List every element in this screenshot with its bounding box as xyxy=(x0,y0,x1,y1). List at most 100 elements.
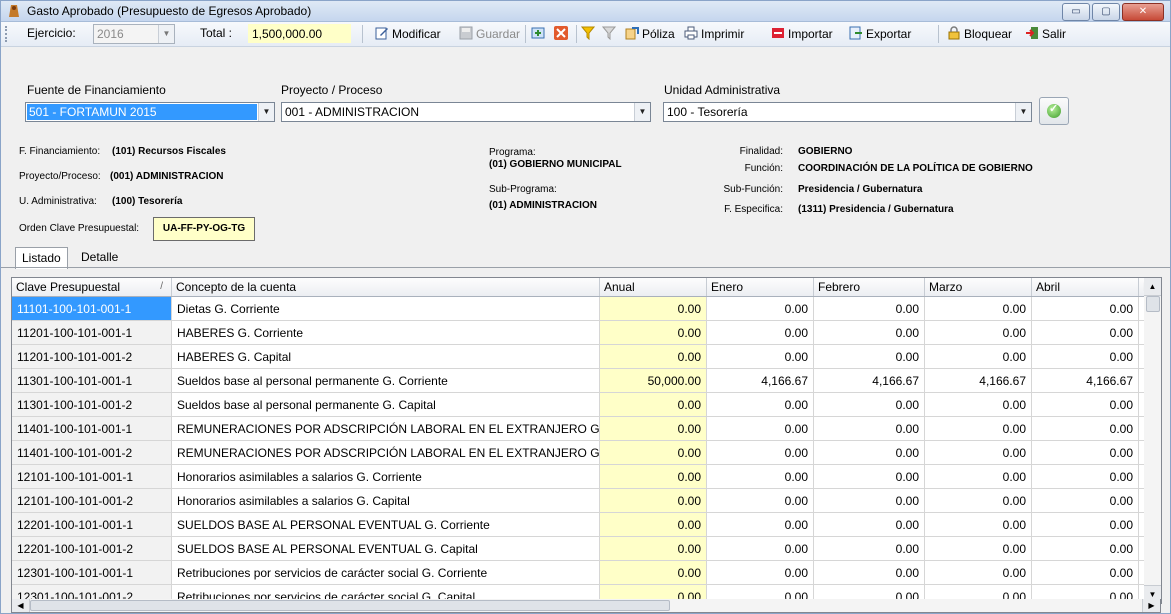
cell-enero[interactable]: 0.00 xyxy=(707,393,814,417)
cell-enero[interactable]: 0.00 xyxy=(707,417,814,441)
cell-febrero[interactable]: 0.00 xyxy=(814,297,925,321)
cell-abril[interactable]: 0.00 xyxy=(1032,417,1139,441)
cell-anual[interactable]: 0.00 xyxy=(600,561,707,585)
cell-clave[interactable]: 11101-100-101-001-1 xyxy=(12,297,172,321)
cell-abril[interactable]: 0.00 xyxy=(1032,489,1139,513)
cell-enero[interactable]: 0.00 xyxy=(707,297,814,321)
table-row[interactable]: 12101-100-101-001-2 Honorarios asimilable… xyxy=(12,489,1145,513)
modificar-button[interactable]: Modificar xyxy=(375,26,441,41)
chevron-down-icon[interactable]: ▼ xyxy=(1015,103,1031,121)
cell-febrero[interactable]: 0.00 xyxy=(814,321,925,345)
cell-enero[interactable]: 0.00 xyxy=(707,561,814,585)
cell-febrero[interactable]: 0.00 xyxy=(814,537,925,561)
cell-concepto[interactable]: HABERES G. Capital xyxy=(172,345,600,369)
column-header-clave[interactable]: Clave Presupuestal / xyxy=(12,278,172,296)
cell-enero[interactable]: 0.00 xyxy=(707,441,814,465)
cell-concepto[interactable]: HABERES G. Corriente xyxy=(172,321,600,345)
table-row[interactable]: 11201-100-101-001-2 HABERES G. Capital 0.0… xyxy=(12,345,1145,369)
horizontal-scrollbar[interactable]: ◀ ▶ xyxy=(11,599,1161,613)
delete-button[interactable] xyxy=(554,26,571,41)
column-header-abril[interactable]: Abril xyxy=(1032,278,1139,296)
cell-anual[interactable]: 0.00 xyxy=(600,465,707,489)
vertical-scrollbar[interactable]: ▲ ▼ xyxy=(1144,277,1162,604)
cell-clave[interactable]: 11301-100-101-001-1 xyxy=(12,369,172,393)
cell-concepto[interactable]: Honorarios asimilables a salarios G. Cor… xyxy=(172,465,600,489)
cell-marzo[interactable]: 0.00 xyxy=(925,465,1032,489)
cell-concepto[interactable]: Retribuciones por servicios de carácter … xyxy=(172,561,600,585)
table-row[interactable]: 11201-100-101-001-1 HABERES G. Corriente 0… xyxy=(12,321,1145,345)
cell-marzo[interactable]: 4,166.67 xyxy=(925,369,1032,393)
cell-marzo[interactable]: 0.00 xyxy=(925,345,1032,369)
cell-febrero[interactable]: 0.00 xyxy=(814,513,925,537)
cell-abril[interactable]: 0.00 xyxy=(1032,465,1139,489)
close-button[interactable]: ✕ xyxy=(1122,3,1164,21)
cell-enero[interactable]: 0.00 xyxy=(707,465,814,489)
cell-clave[interactable]: 11401-100-101-001-2 xyxy=(12,441,172,465)
poliza-button[interactable]: Póliza xyxy=(625,26,675,41)
cell-enero[interactable]: 0.00 xyxy=(707,537,814,561)
cell-clave[interactable]: 12101-100-101-001-1 xyxy=(12,465,172,489)
cell-concepto[interactable]: SUELDOS BASE AL PERSONAL EVENTUAL G. Cap… xyxy=(172,537,600,561)
cell-marzo[interactable]: 0.00 xyxy=(925,417,1032,441)
cell-anual[interactable]: 0.00 xyxy=(600,393,707,417)
scroll-thumb[interactable] xyxy=(1146,296,1160,312)
cell-enero[interactable]: 4,166.67 xyxy=(707,369,814,393)
cell-abril[interactable]: 0.00 xyxy=(1032,321,1139,345)
chevron-down-icon[interactable]: ▼ xyxy=(158,25,174,43)
cell-clave[interactable]: 11401-100-101-001-1 xyxy=(12,417,172,441)
cell-febrero[interactable]: 0.00 xyxy=(814,417,925,441)
column-header-febrero[interactable]: Febrero xyxy=(814,278,925,296)
clear-filter-button[interactable] xyxy=(602,26,619,41)
cell-abril[interactable]: 0.00 xyxy=(1032,441,1139,465)
cell-abril[interactable]: 0.00 xyxy=(1032,537,1139,561)
cell-concepto[interactable]: SUELDOS BASE AL PERSONAL EVENTUAL G. Cor… xyxy=(172,513,600,537)
cell-concepto[interactable]: Sueldos base al personal permanente G. C… xyxy=(172,393,600,417)
cell-abril[interactable]: 0.00 xyxy=(1032,345,1139,369)
table-row[interactable]: 12201-100-101-001-2 SUELDOS BASE AL PERSO… xyxy=(12,537,1145,561)
cell-febrero[interactable]: 0.00 xyxy=(814,489,925,513)
scroll-right-icon[interactable]: ▶ xyxy=(1142,599,1160,612)
cell-abril[interactable]: 0.00 xyxy=(1032,393,1139,417)
cell-clave[interactable]: 11201-100-101-001-1 xyxy=(12,321,172,345)
cell-clave[interactable]: 12101-100-101-001-2 xyxy=(12,489,172,513)
filter-button[interactable] xyxy=(581,26,598,41)
cell-abril[interactable]: 0.00 xyxy=(1032,297,1139,321)
cell-abril[interactable]: 0.00 xyxy=(1032,561,1139,585)
cell-anual[interactable]: 0.00 xyxy=(600,345,707,369)
exportar-button[interactable]: Exportar xyxy=(849,26,911,41)
cell-marzo[interactable]: 0.00 xyxy=(925,489,1032,513)
cell-clave[interactable]: 11201-100-101-001-2 xyxy=(12,345,172,369)
cell-concepto[interactable]: REMUNERACIONES POR ADSCRIPCIÓN LABORAL E… xyxy=(172,441,600,465)
cell-abril[interactable]: 0.00 xyxy=(1032,513,1139,537)
cell-abril[interactable]: 4,166.67 xyxy=(1032,369,1139,393)
cell-enero[interactable]: 0.00 xyxy=(707,513,814,537)
bloquear-button[interactable]: Bloquear xyxy=(947,26,1012,41)
proyecto-select[interactable]: 001 - ADMINISTRACION ▼ xyxy=(281,102,651,122)
table-row[interactable]: 12201-100-101-001-1 SUELDOS BASE AL PERSO… xyxy=(12,513,1145,537)
cell-anual[interactable]: 0.00 xyxy=(600,441,707,465)
guardar-button[interactable]: Guardar xyxy=(459,26,520,41)
table-row[interactable]: 12101-100-101-001-1 Honorarios asimilable… xyxy=(12,465,1145,489)
scroll-left-icon[interactable]: ◀ xyxy=(12,599,30,612)
cell-anual[interactable]: 0.00 xyxy=(600,297,707,321)
cell-marzo[interactable]: 0.00 xyxy=(925,561,1032,585)
cell-clave[interactable]: 12201-100-101-001-2 xyxy=(12,537,172,561)
chevron-down-icon[interactable]: ▼ xyxy=(634,103,650,121)
table-row[interactable]: 11401-100-101-001-1 REMUNERACIONES POR AD… xyxy=(12,417,1145,441)
unidad-select[interactable]: 100 - Tesorería ▼ xyxy=(663,102,1032,122)
cell-anual[interactable]: 0.00 xyxy=(600,417,707,441)
maximize-button[interactable]: ▢ xyxy=(1092,3,1120,21)
cell-clave[interactable]: 12201-100-101-001-1 xyxy=(12,513,172,537)
cell-febrero[interactable]: 0.00 xyxy=(814,441,925,465)
cell-anual[interactable]: 0.00 xyxy=(600,489,707,513)
table-row[interactable]: 11101-100-101-001-1 Dietas G. Corriente 0.… xyxy=(12,297,1145,321)
table-row[interactable]: 11401-100-101-001-2 REMUNERACIONES POR AD… xyxy=(12,441,1145,465)
table-row[interactable]: 11301-100-101-001-2 Sueldos base al perso… xyxy=(12,393,1145,417)
cell-clave[interactable]: 11301-100-101-001-2 xyxy=(12,393,172,417)
add-row-button[interactable] xyxy=(531,26,548,41)
salir-button[interactable]: Salir xyxy=(1025,26,1066,41)
cell-anual[interactable]: 0.00 xyxy=(600,537,707,561)
table-row[interactable]: 12301-100-101-001-1 Retribuciones por ser… xyxy=(12,561,1145,585)
scroll-up-icon[interactable]: ▲ xyxy=(1144,278,1161,296)
table-row[interactable]: 11301-100-101-001-1 Sueldos base al perso… xyxy=(12,369,1145,393)
